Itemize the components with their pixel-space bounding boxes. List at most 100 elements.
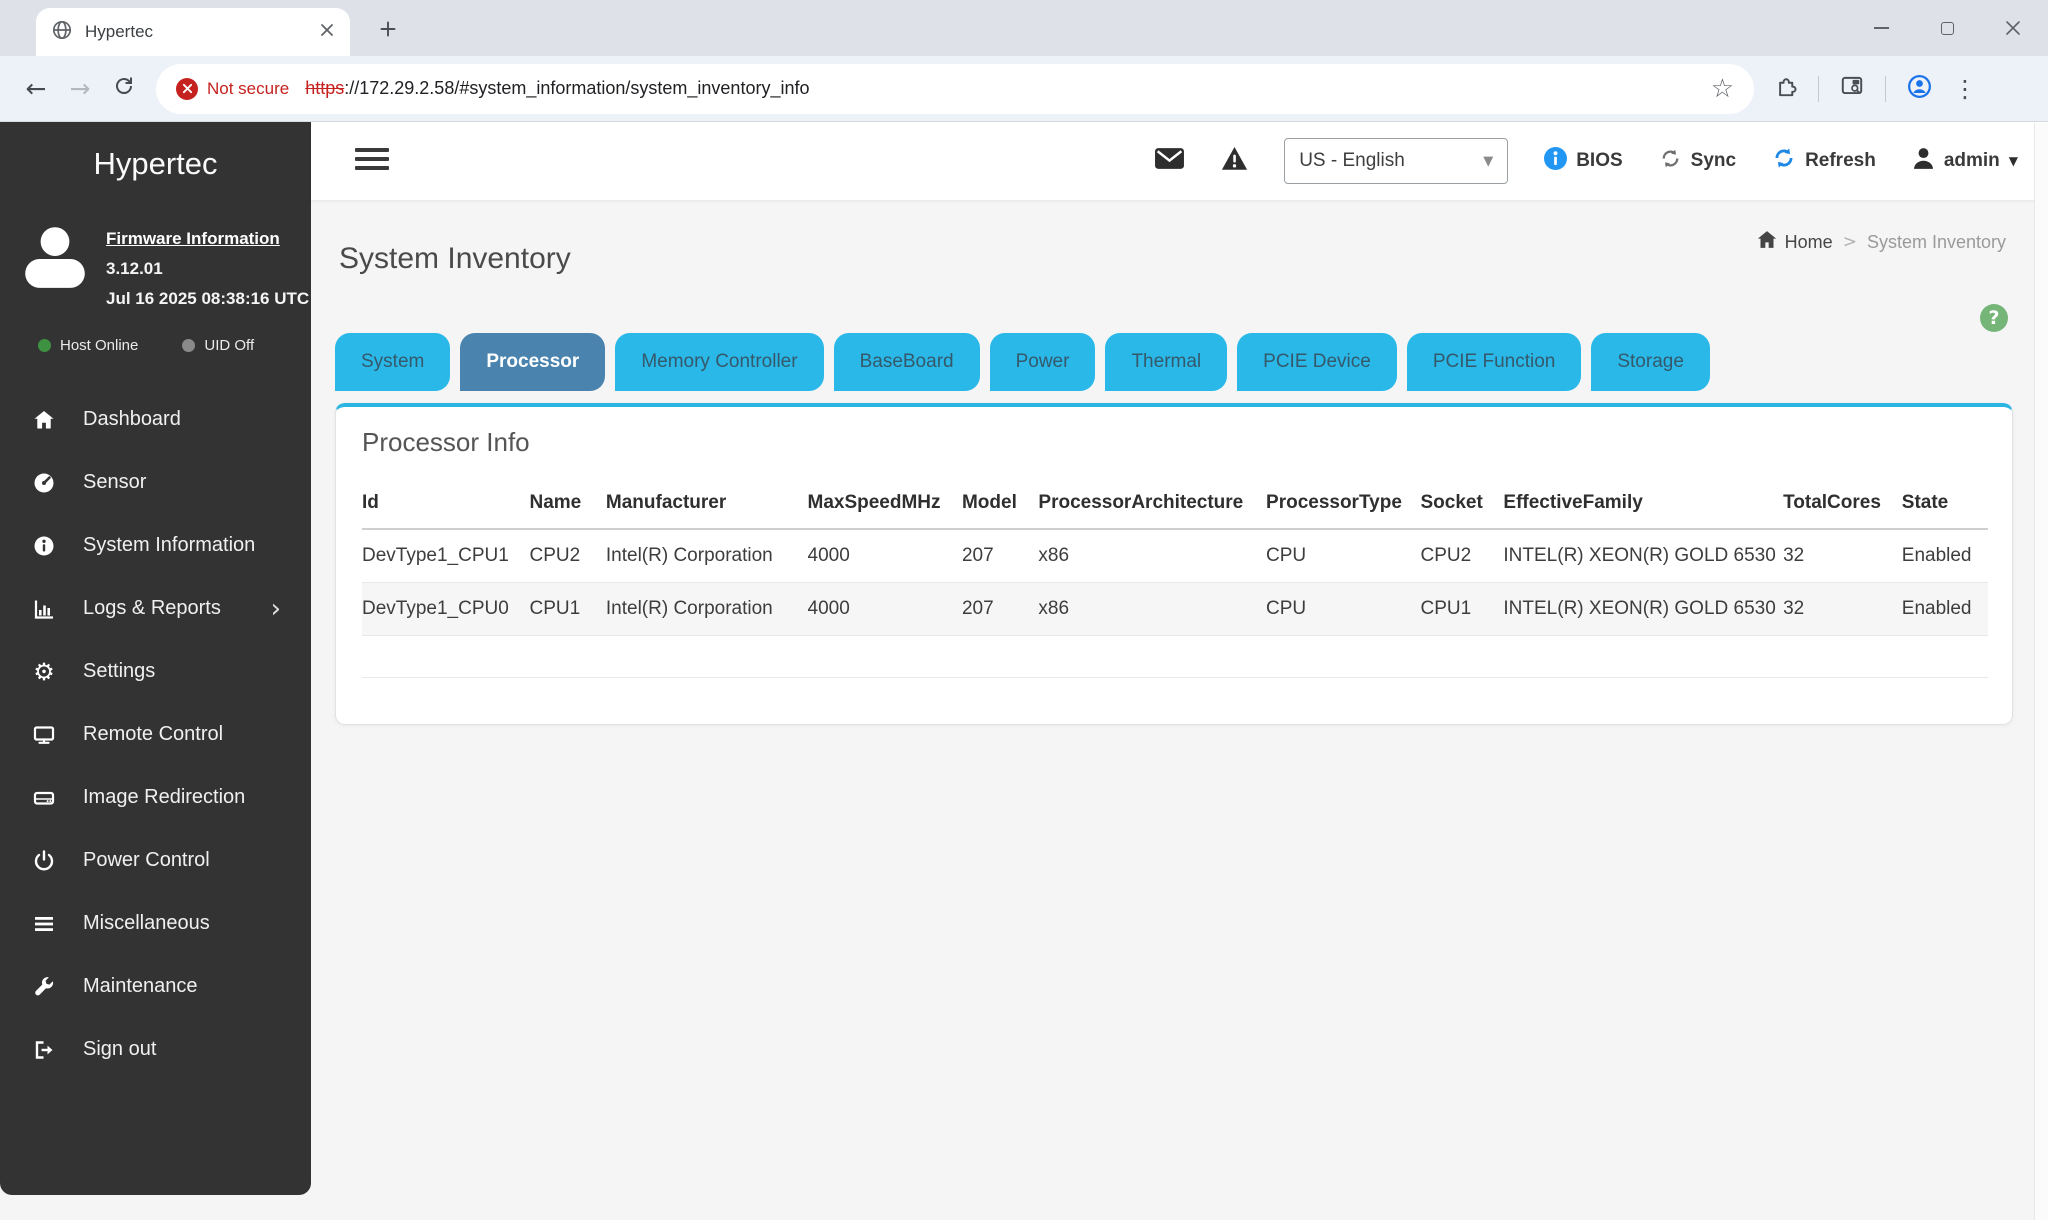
window-minimize-button[interactable] — [1872, 19, 1890, 37]
refresh-button[interactable]: Refresh — [1772, 146, 1876, 176]
cell: 207 — [962, 529, 1038, 583]
sidebar-item-sign-out[interactable]: Sign out — [0, 1018, 311, 1081]
sidebar: Hypertec Firmware Information 3.12.01 Ju… — [0, 122, 311, 1195]
breadcrumb-home[interactable]: Home — [1757, 230, 1833, 254]
cell: Enabled — [1902, 583, 1988, 636]
cell: DevType1_CPU1 — [362, 529, 529, 583]
cell: CPU — [1266, 529, 1420, 583]
window-controls — [1872, 0, 2022, 56]
sidebar-item-maintenance[interactable]: Maintenance — [0, 955, 311, 1018]
tab-storage[interactable]: Storage — [1591, 333, 1710, 391]
refresh-label: Refresh — [1805, 150, 1876, 172]
firmware-information-link[interactable]: Firmware Information — [106, 224, 309, 254]
tab-pcie-device[interactable]: PCIE Device — [1237, 333, 1397, 391]
user-menu[interactable]: admin ▼ — [1912, 147, 2018, 176]
sidebar-item-label: Remote Control — [83, 723, 223, 746]
alerts-warning-icon[interactable] — [1221, 146, 1248, 176]
column-header: Manufacturer — [606, 482, 808, 529]
cell: CPU — [1266, 583, 1420, 636]
home-icon — [30, 408, 58, 432]
chevron-down-icon: ▼ — [2009, 155, 2018, 167]
menu-lines-icon — [30, 912, 58, 936]
window-maximize-button[interactable] — [1938, 19, 1956, 37]
column-header: State — [1902, 482, 1988, 529]
gauge-icon — [30, 471, 58, 495]
bar-chart-icon — [30, 597, 58, 621]
host-status: Host Online — [38, 337, 138, 354]
gear-icon: ⚙ — [30, 660, 58, 684]
sidebar-item-miscellaneous[interactable]: Miscellaneous — [0, 892, 311, 955]
sidebar-item-logs-reports[interactable]: Logs & Reports › — [0, 577, 311, 640]
sidebar-item-settings[interactable]: ⚙ Settings — [0, 640, 311, 703]
tab-memory-controller[interactable]: Memory Controller — [615, 333, 823, 391]
sidebar-item-label: Image Redirection — [83, 786, 245, 809]
sidebar-item-sensor[interactable]: Sensor — [0, 451, 311, 514]
bios-button[interactable]: BIOS — [1544, 147, 1622, 176]
info-icon — [30, 534, 58, 558]
status-row: Host Online UID Off — [38, 337, 311, 354]
host-status-label: Host Online — [60, 337, 138, 354]
column-header: Model — [962, 482, 1038, 529]
browser-tab[interactable]: Hypertec — [36, 8, 350, 56]
cell: x86 — [1038, 583, 1266, 636]
sidebar-item-system-information[interactable]: System Information — [0, 514, 311, 577]
tab-power[interactable]: Power — [990, 333, 1096, 391]
column-header: Socket — [1420, 482, 1503, 529]
extensions-icon[interactable] — [1772, 73, 1798, 104]
chevron-right-icon: › — [271, 596, 281, 622]
uid-status: UID Off — [182, 337, 254, 354]
processor-info-panel: Processor Info Id Name Manufacturer MaxS… — [335, 403, 2013, 725]
cell: CPU1 — [1420, 583, 1503, 636]
breadcrumb-current: System Inventory — [1867, 232, 2006, 253]
drive-icon — [30, 786, 58, 810]
notifications-envelope-icon[interactable] — [1154, 146, 1185, 176]
forward-button[interactable]: → — [58, 67, 102, 111]
toolbar-actions: ⋮ — [1772, 73, 1977, 105]
column-header: TotalCores — [1783, 482, 1902, 529]
sidebar-item-label: System Information — [83, 534, 255, 557]
brand-title: Hypertec — [0, 146, 311, 182]
sidebar-item-power-control[interactable]: Power Control — [0, 829, 311, 892]
power-icon — [30, 849, 58, 873]
new-tab-button[interactable] — [372, 13, 404, 45]
browser-menu-icon[interactable]: ⋮ — [1953, 77, 1977, 101]
security-chip[interactable]: Not secure — [176, 78, 305, 100]
table-row[interactable]: DevType1_CPU1 CPU2 Intel(R) Corporation … — [362, 529, 1988, 583]
window-close-button[interactable] — [2004, 19, 2022, 37]
back-button[interactable]: ← — [14, 67, 58, 111]
sync-button[interactable]: Sync — [1659, 147, 1736, 176]
sidebar-item-remote-control[interactable]: Remote Control — [0, 703, 311, 766]
breadcrumb-separator: > — [1843, 234, 1857, 251]
sidebar-item-dashboard[interactable]: Dashboard — [0, 388, 311, 451]
language-select[interactable]: US - English ▼ — [1284, 138, 1508, 184]
info-circle-icon — [1544, 147, 1567, 176]
sidebar-toggle-icon[interactable] — [355, 148, 389, 170]
sidebar-item-image-redirection[interactable]: Image Redirection — [0, 766, 311, 829]
tab-thermal[interactable]: Thermal — [1105, 333, 1227, 391]
person-icon — [1912, 147, 1935, 176]
profile-avatar-icon[interactable] — [1906, 73, 1933, 105]
tab-system[interactable]: System — [335, 333, 450, 391]
column-header: EffectiveFamily — [1503, 482, 1783, 529]
tab-pcie-function[interactable]: PCIE Function — [1407, 333, 1582, 391]
side-panel-search-icon[interactable] — [1839, 73, 1865, 104]
tab-title: Hypertec — [85, 22, 320, 42]
tab-close-icon[interactable] — [320, 23, 334, 42]
inventory-tabs: System Processor Memory Controller BaseB… — [335, 333, 1710, 391]
bookmark-star-icon[interactable]: ☆ — [1711, 76, 1734, 102]
uid-status-label: UID Off — [204, 337, 254, 354]
security-label: Not secure — [207, 79, 289, 99]
table-row[interactable]: DevType1_CPU0 CPU1 Intel(R) Corporation … — [362, 583, 1988, 636]
sidebar-item-label: Miscellaneous — [83, 912, 210, 935]
sidebar-item-label: Dashboard — [83, 408, 181, 431]
app-header: US - English ▼ BIOS Sync Refresh — [311, 122, 2048, 200]
back-icon: ← — [26, 76, 47, 101]
tab-processor[interactable]: Processor — [460, 333, 605, 391]
reload-button[interactable] — [102, 67, 146, 111]
help-button[interactable]: ? — [1980, 304, 2008, 332]
column-header: ProcessorArchitecture — [1038, 482, 1266, 529]
username: admin — [1944, 150, 2000, 172]
address-bar[interactable]: Not secure https://172.29.2.58/#system_i… — [156, 64, 1754, 114]
tab-baseboard[interactable]: BaseBoard — [834, 333, 980, 391]
page-scrollbar[interactable] — [2034, 123, 2048, 1220]
